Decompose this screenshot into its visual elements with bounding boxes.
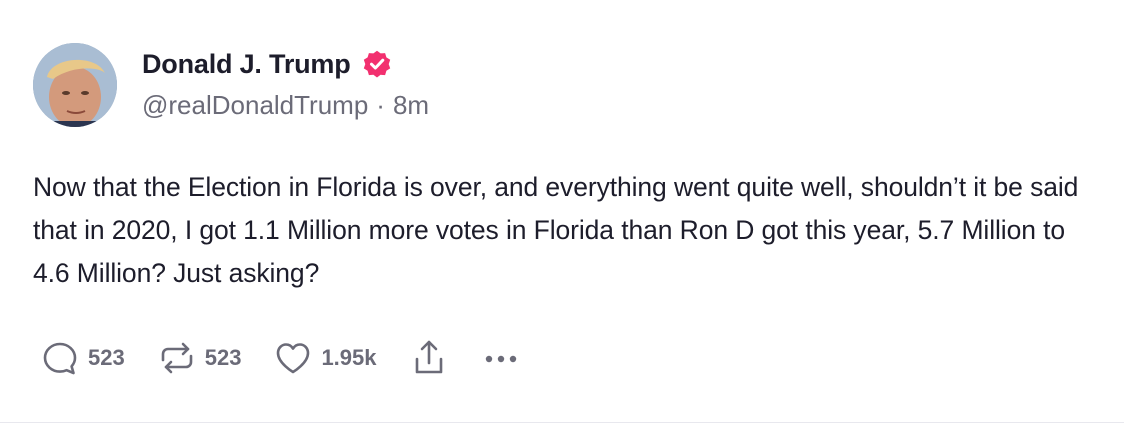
- verified-badge-icon: [361, 48, 393, 80]
- author-meta: @realDonaldTrump · 8m: [142, 90, 429, 121]
- post-timestamp[interactable]: 8m: [393, 90, 429, 121]
- reply-button[interactable]: 523: [40, 338, 125, 378]
- author-display-name[interactable]: Donald J. Trump: [142, 49, 351, 80]
- like-button[interactable]: 1.95k: [273, 338, 377, 378]
- heart-icon: [277, 343, 310, 374]
- repost-count: 523: [204, 345, 242, 370]
- more-icon: [485, 355, 516, 363]
- repost-button[interactable]: 523: [157, 338, 242, 378]
- action-bar: 523 523 1.95k: [40, 336, 521, 380]
- more-options-button[interactable]: [481, 338, 521, 378]
- reply-count: 523: [88, 345, 125, 370]
- repost-icon: [161, 342, 193, 374]
- divider: [0, 422, 1124, 423]
- avatar[interactable]: [33, 43, 117, 127]
- share-button[interactable]: [411, 338, 447, 378]
- post-card: Donald J. Trump @realDonaldTrump · 8m No…: [0, 0, 1124, 432]
- share-icon: [415, 340, 442, 374]
- meta-separator: ·: [376, 90, 385, 120]
- author-handle[interactable]: @realDonaldTrump: [142, 90, 368, 121]
- author-row: Donald J. Trump: [142, 44, 393, 84]
- like-count: 1.95k: [321, 345, 377, 370]
- post-body: Now that the Election in Florida is over…: [33, 172, 1079, 288]
- avatar-image: [33, 43, 117, 127]
- reply-icon: [43, 342, 77, 375]
